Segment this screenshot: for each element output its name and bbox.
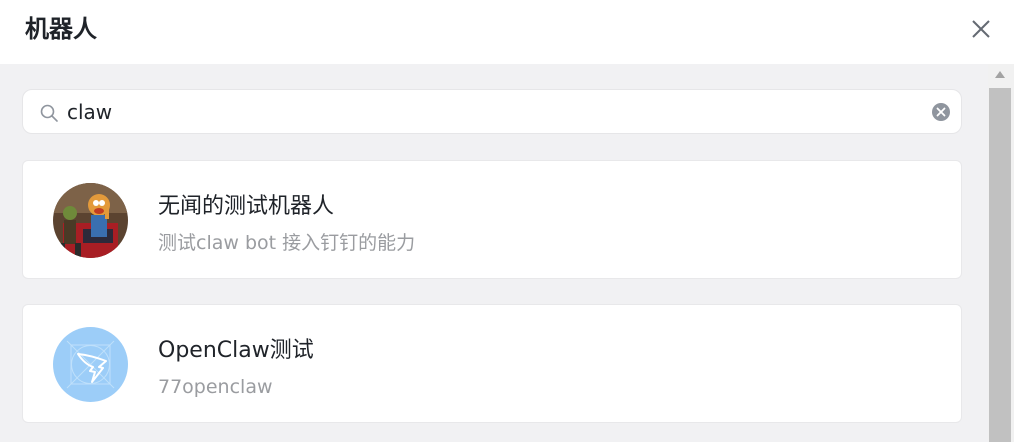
list-item[interactable]: OpenClaw测试 77openclaw	[22, 304, 962, 423]
bot-name: OpenClaw测试	[158, 338, 314, 363]
scrollbar[interactable]	[988, 64, 1014, 442]
photo-avatar-icon	[53, 183, 128, 258]
close-icon	[972, 20, 990, 38]
bot-description: 测试claw bot 接入钉钉的能力	[158, 232, 416, 254]
dialog-header: 机器人	[0, 0, 1014, 64]
bot-name: 无闻的测试机器人	[158, 194, 335, 219]
close-button[interactable]	[966, 14, 996, 44]
scroll-up-arrow-icon[interactable]	[995, 71, 1005, 78]
dialog-title: 机器人	[25, 15, 97, 43]
bot-description: 77openclaw	[158, 376, 273, 398]
search-box[interactable]	[22, 89, 962, 134]
search-icon	[40, 104, 58, 122]
clear-circle-icon[interactable]	[931, 102, 951, 122]
search-input[interactable]	[67, 96, 907, 128]
scrollbar-thumb[interactable]	[989, 88, 1011, 442]
avatar	[53, 327, 128, 402]
avatar	[53, 183, 128, 258]
dingtalk-logo-icon	[53, 327, 128, 402]
list-item[interactable]: 无闻的测试机器人 测试claw bot 接入钉钉的能力	[22, 160, 962, 279]
